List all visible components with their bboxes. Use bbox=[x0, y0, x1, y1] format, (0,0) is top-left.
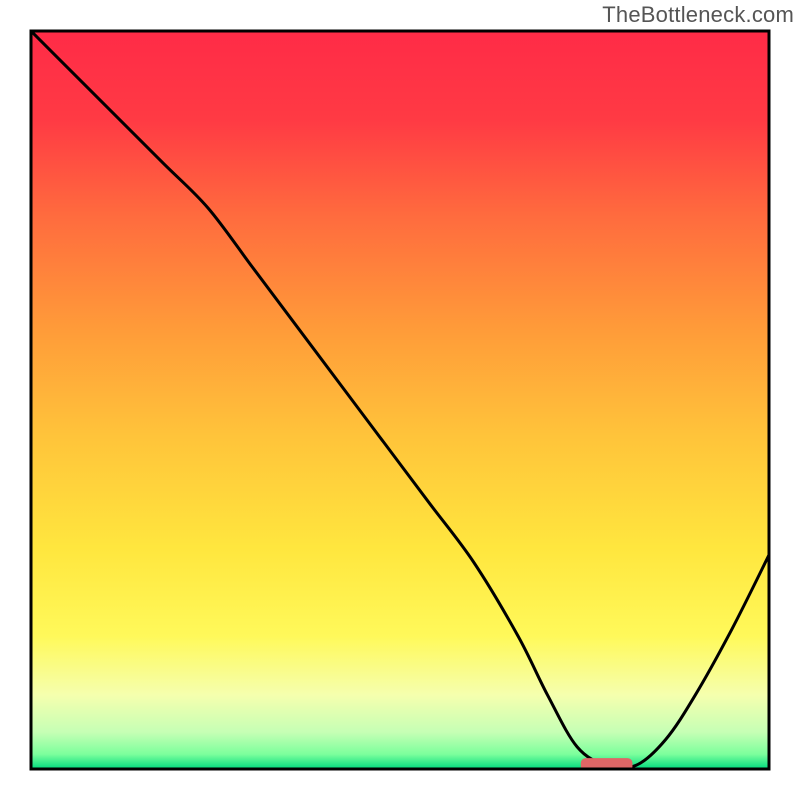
page-root: TheBottleneck.com bbox=[0, 0, 800, 800]
plot-area bbox=[31, 31, 769, 771]
bottleneck-chart bbox=[0, 0, 800, 800]
